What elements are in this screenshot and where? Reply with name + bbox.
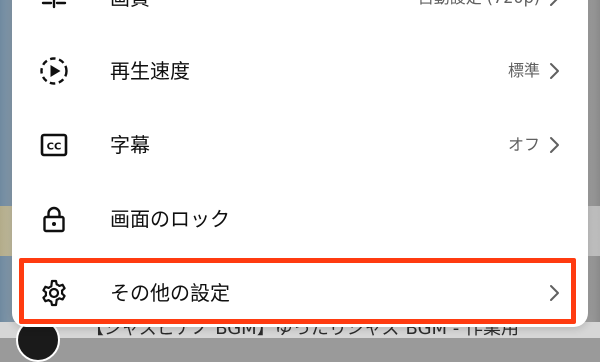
menu-label-playback-speed: 再生速度 — [110, 59, 190, 83]
chevron-right-icon — [550, 63, 559, 79]
highlight-box — [19, 258, 576, 324]
cc-icon: CC — [40, 133, 68, 157]
menu-item-playback-speed[interactable]: 再生速度 標準 — [12, 35, 588, 107]
menu-item-quality[interactable]: 画質 自動設定 (720p) — [12, 0, 588, 34]
menu-value-captions: オフ — [507, 135, 540, 154]
chevron-right-icon — [550, 137, 559, 153]
menu-label-quality: 画質 — [110, 0, 150, 34]
lock-icon — [43, 206, 65, 233]
menu-value-quality: 自動設定 (720p) — [418, 0, 540, 34]
menu-item-screen-lock[interactable]: 画面のロック — [12, 183, 588, 255]
svg-text:CC: CC — [47, 142, 62, 153]
chevron-right-icon — [550, 0, 558, 6]
quality-sliders-icon — [41, 0, 67, 9]
menu-label-captions: 字幕 — [110, 133, 150, 157]
menu-item-captions[interactable]: CC 字幕 オフ — [12, 109, 588, 181]
menu-label-screen-lock: 画面のロック — [110, 207, 230, 231]
playback-speed-icon — [40, 57, 68, 85]
menu-value-playback-speed: 標準 — [507, 61, 540, 80]
